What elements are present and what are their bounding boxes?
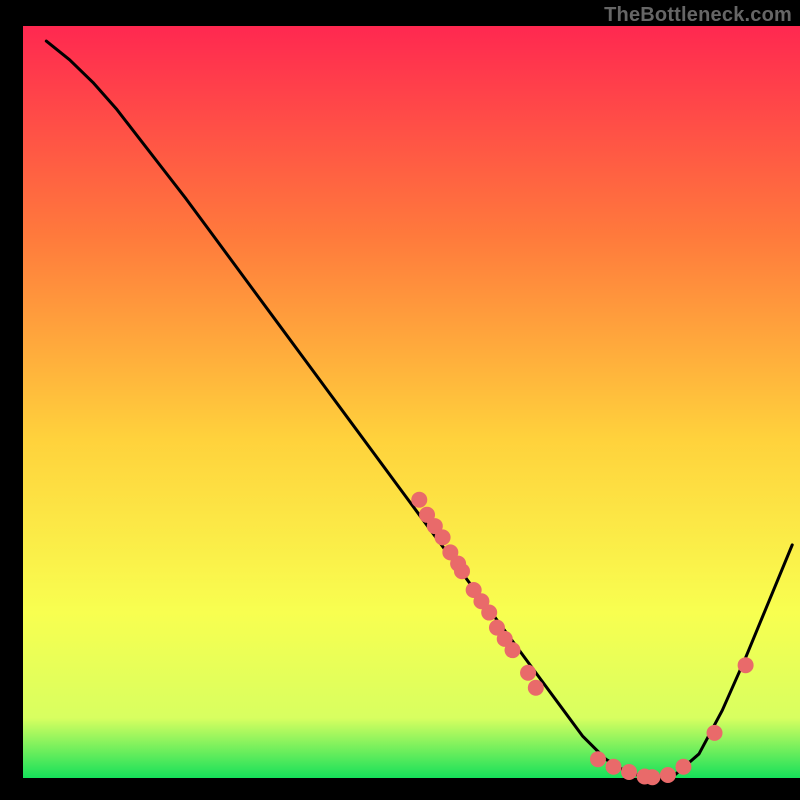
- chart-container: TheBottleneck.com: [0, 0, 800, 800]
- gpu-point: [435, 529, 451, 545]
- gpu-point: [528, 680, 544, 696]
- gpu-point: [520, 665, 536, 681]
- chart-svg: [0, 0, 800, 800]
- watermark-text: TheBottleneck.com: [604, 4, 792, 27]
- gpu-point: [411, 492, 427, 508]
- gpu-point: [505, 642, 521, 658]
- gpu-point: [621, 764, 637, 780]
- gpu-point: [675, 759, 691, 775]
- gpu-point: [738, 657, 754, 673]
- gpu-point: [590, 751, 606, 767]
- gpu-point: [606, 759, 622, 775]
- gpu-point: [644, 769, 660, 785]
- gpu-point: [707, 725, 723, 741]
- gpu-point: [454, 563, 470, 579]
- gpu-point: [481, 605, 497, 621]
- gpu-point: [660, 767, 676, 783]
